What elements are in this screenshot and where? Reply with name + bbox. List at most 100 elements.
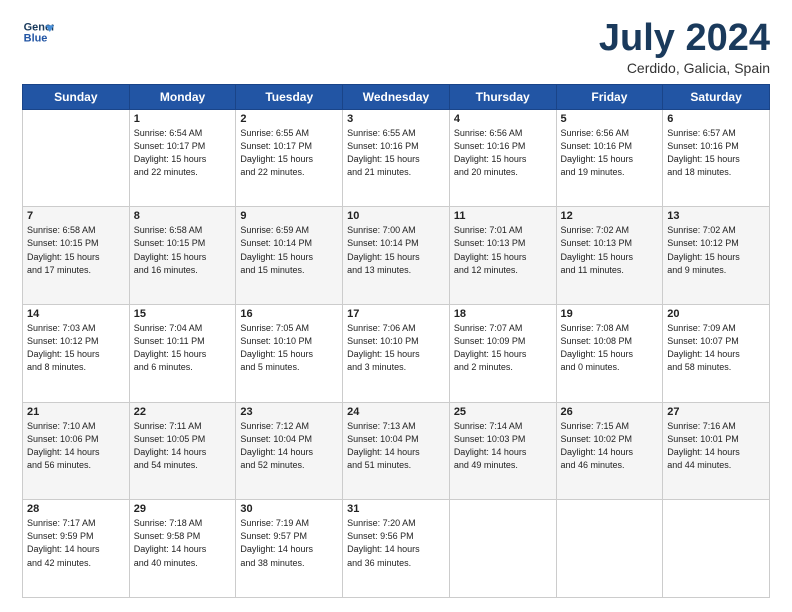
day-info: Sunrise: 7:05 AM Sunset: 10:10 PM Daylig… bbox=[240, 322, 338, 374]
day-info: Sunrise: 6:59 AM Sunset: 10:14 PM Daylig… bbox=[240, 224, 338, 276]
calendar-cell: 11 Sunrise: 7:01 AM Sunset: 10:13 PM Dayl… bbox=[449, 207, 556, 305]
day-number: 21 bbox=[27, 406, 125, 418]
day-info: Sunrise: 7:14 AM Sunset: 10:03 PM Daylig… bbox=[454, 420, 552, 472]
day-info: Sunrise: 6:55 AM Sunset: 10:16 PM Daylig… bbox=[347, 127, 445, 179]
day-info: Sunrise: 7:08 AM Sunset: 10:08 PM Daylig… bbox=[561, 322, 659, 374]
calendar-week-5: 28Sunrise: 7:17 AM Sunset: 9:59 PM Dayli… bbox=[23, 500, 770, 598]
day-info: Sunrise: 7:15 AM Sunset: 10:02 PM Daylig… bbox=[561, 420, 659, 472]
calendar-cell: 30 Sunrise: 7:19 AM Sunset: 9:57 PM Dayli… bbox=[236, 500, 343, 598]
day-number: 22 bbox=[134, 406, 232, 418]
day-number: 23 bbox=[240, 406, 338, 418]
day-header-tuesday: Tuesday bbox=[236, 84, 343, 109]
day-header-monday: Monday bbox=[129, 84, 236, 109]
calendar-cell: 22Sunrise: 7:11 AM Sunset: 10:05 PM Dayl… bbox=[129, 402, 236, 500]
day-number: 30 bbox=[240, 503, 338, 515]
day-info: Sunrise: 7:06 AM Sunset: 10:10 PM Daylig… bbox=[347, 322, 445, 374]
day-number: 24 bbox=[347, 406, 445, 418]
subtitle: Cerdido, Galicia, Spain bbox=[599, 60, 770, 76]
calendar-week-1: 1Sunrise: 6:54 AM Sunset: 10:17 PM Dayli… bbox=[23, 109, 770, 207]
day-number: 6 bbox=[667, 113, 765, 125]
day-number: 18 bbox=[454, 308, 552, 320]
calendar-cell: 20 Sunrise: 7:09 AM Sunset: 10:07 PM Dayl… bbox=[663, 305, 770, 403]
svg-text:Blue: Blue bbox=[24, 32, 48, 44]
logo: General Blue bbox=[22, 18, 54, 46]
day-info: Sunrise: 7:19 AM Sunset: 9:57 PM Dayligh… bbox=[240, 517, 338, 569]
day-number: 20 bbox=[667, 308, 765, 320]
day-number: 11 bbox=[454, 210, 552, 222]
day-header-sunday: Sunday bbox=[23, 84, 130, 109]
day-info: Sunrise: 7:09 AM Sunset: 10:07 PM Daylig… bbox=[667, 322, 765, 374]
calendar-cell: 31Sunrise: 7:20 AM Sunset: 9:56 PM Dayli… bbox=[343, 500, 450, 598]
day-number: 3 bbox=[347, 113, 445, 125]
calendar-cell: 12Sunrise: 7:02 AM Sunset: 10:13 PM Dayl… bbox=[556, 207, 663, 305]
day-number: 26 bbox=[561, 406, 659, 418]
day-number: 4 bbox=[454, 113, 552, 125]
day-info: Sunrise: 7:02 AM Sunset: 10:12 PM Daylig… bbox=[667, 224, 765, 276]
day-number: 8 bbox=[134, 210, 232, 222]
day-number: 28 bbox=[27, 503, 125, 515]
day-number: 2 bbox=[240, 113, 338, 125]
calendar-cell: 18 Sunrise: 7:07 AM Sunset: 10:09 PM Dayl… bbox=[449, 305, 556, 403]
day-info: Sunrise: 7:12 AM Sunset: 10:04 PM Daylig… bbox=[240, 420, 338, 472]
day-info: Sunrise: 6:54 AM Sunset: 10:17 PM Daylig… bbox=[134, 127, 232, 179]
day-number: 19 bbox=[561, 308, 659, 320]
day-info: Sunrise: 7:16 AM Sunset: 10:01 PM Daylig… bbox=[667, 420, 765, 472]
day-info: Sunrise: 6:56 AM Sunset: 10:16 PM Daylig… bbox=[561, 127, 659, 179]
calendar-cell: 21Sunrise: 7:10 AM Sunset: 10:06 PM Dayl… bbox=[23, 402, 130, 500]
calendar-cell: 16Sunrise: 7:05 AM Sunset: 10:10 PM Dayl… bbox=[236, 305, 343, 403]
day-number: 17 bbox=[347, 308, 445, 320]
calendar-cell: 3 Sunrise: 6:55 AM Sunset: 10:16 PM Dayli… bbox=[343, 109, 450, 207]
day-info: Sunrise: 6:58 AM Sunset: 10:15 PM Daylig… bbox=[27, 224, 125, 276]
day-info: Sunrise: 7:01 AM Sunset: 10:13 PM Daylig… bbox=[454, 224, 552, 276]
day-info: Sunrise: 7:00 AM Sunset: 10:14 PM Daylig… bbox=[347, 224, 445, 276]
calendar-cell: 25 Sunrise: 7:14 AM Sunset: 10:03 PM Dayl… bbox=[449, 402, 556, 500]
day-header-wednesday: Wednesday bbox=[343, 84, 450, 109]
day-info: Sunrise: 6:56 AM Sunset: 10:16 PM Daylig… bbox=[454, 127, 552, 179]
day-header-saturday: Saturday bbox=[663, 84, 770, 109]
calendar-cell: 8 Sunrise: 6:58 AM Sunset: 10:15 PM Dayli… bbox=[129, 207, 236, 305]
calendar-cell: 27 Sunrise: 7:16 AM Sunset: 10:01 PM Dayl… bbox=[663, 402, 770, 500]
day-number: 13 bbox=[667, 210, 765, 222]
day-info: Sunrise: 7:13 AM Sunset: 10:04 PM Daylig… bbox=[347, 420, 445, 472]
day-info: Sunrise: 7:18 AM Sunset: 9:58 PM Dayligh… bbox=[134, 517, 232, 569]
calendar-cell: 19 Sunrise: 7:08 AM Sunset: 10:08 PM Dayl… bbox=[556, 305, 663, 403]
calendar-cell: 29 Sunrise: 7:18 AM Sunset: 9:58 PM Dayli… bbox=[129, 500, 236, 598]
main-title: July 2024 bbox=[599, 18, 770, 60]
day-info: Sunrise: 7:02 AM Sunset: 10:13 PM Daylig… bbox=[561, 224, 659, 276]
day-number: 14 bbox=[27, 308, 125, 320]
day-number: 25 bbox=[454, 406, 552, 418]
day-number: 29 bbox=[134, 503, 232, 515]
day-number: 5 bbox=[561, 113, 659, 125]
day-info: Sunrise: 6:58 AM Sunset: 10:15 PM Daylig… bbox=[134, 224, 232, 276]
calendar-cell: 15 Sunrise: 7:04 AM Sunset: 10:11 PM Dayl… bbox=[129, 305, 236, 403]
calendar-cell: 13 Sunrise: 7:02 AM Sunset: 10:12 PM Dayl… bbox=[663, 207, 770, 305]
day-number: 27 bbox=[667, 406, 765, 418]
calendar-cell bbox=[449, 500, 556, 598]
calendar-cell bbox=[663, 500, 770, 598]
calendar-cell bbox=[23, 109, 130, 207]
day-header-thursday: Thursday bbox=[449, 84, 556, 109]
calendar-cell: 14 Sunrise: 7:03 AM Sunset: 10:12 PM Dayl… bbox=[23, 305, 130, 403]
day-number: 10 bbox=[347, 210, 445, 222]
day-info: Sunrise: 7:20 AM Sunset: 9:56 PM Dayligh… bbox=[347, 517, 445, 569]
calendar-cell: 28Sunrise: 7:17 AM Sunset: 9:59 PM Dayli… bbox=[23, 500, 130, 598]
calendar-table: SundayMondayTuesdayWednesdayThursdayFrid… bbox=[22, 84, 770, 598]
calendar-cell: 9Sunrise: 6:59 AM Sunset: 10:14 PM Dayli… bbox=[236, 207, 343, 305]
day-info: Sunrise: 7:03 AM Sunset: 10:12 PM Daylig… bbox=[27, 322, 125, 374]
calendar-cell: 7 Sunrise: 6:58 AM Sunset: 10:15 PM Dayli… bbox=[23, 207, 130, 305]
day-number: 7 bbox=[27, 210, 125, 222]
calendar-cell: 2 Sunrise: 6:55 AM Sunset: 10:17 PM Dayli… bbox=[236, 109, 343, 207]
day-number: 15 bbox=[134, 308, 232, 320]
day-info: Sunrise: 7:04 AM Sunset: 10:11 PM Daylig… bbox=[134, 322, 232, 374]
calendar-cell: 23 Sunrise: 7:12 AM Sunset: 10:04 PM Dayl… bbox=[236, 402, 343, 500]
day-info: Sunrise: 6:55 AM Sunset: 10:17 PM Daylig… bbox=[240, 127, 338, 179]
day-info: Sunrise: 7:07 AM Sunset: 10:09 PM Daylig… bbox=[454, 322, 552, 374]
calendar-cell: 17 Sunrise: 7:06 AM Sunset: 10:10 PM Dayl… bbox=[343, 305, 450, 403]
title-block: July 2024 Cerdido, Galicia, Spain bbox=[599, 18, 770, 76]
calendar-week-3: 14 Sunrise: 7:03 AM Sunset: 10:12 PM Dayl… bbox=[23, 305, 770, 403]
calendar-cell: 6 Sunrise: 6:57 AM Sunset: 10:16 PM Dayli… bbox=[663, 109, 770, 207]
day-info: Sunrise: 6:57 AM Sunset: 10:16 PM Daylig… bbox=[667, 127, 765, 179]
calendar-cell bbox=[556, 500, 663, 598]
calendar-header-row: SundayMondayTuesdayWednesdayThursdayFrid… bbox=[23, 84, 770, 109]
page: General Blue July 2024 Cerdido, Galicia,… bbox=[0, 0, 792, 612]
